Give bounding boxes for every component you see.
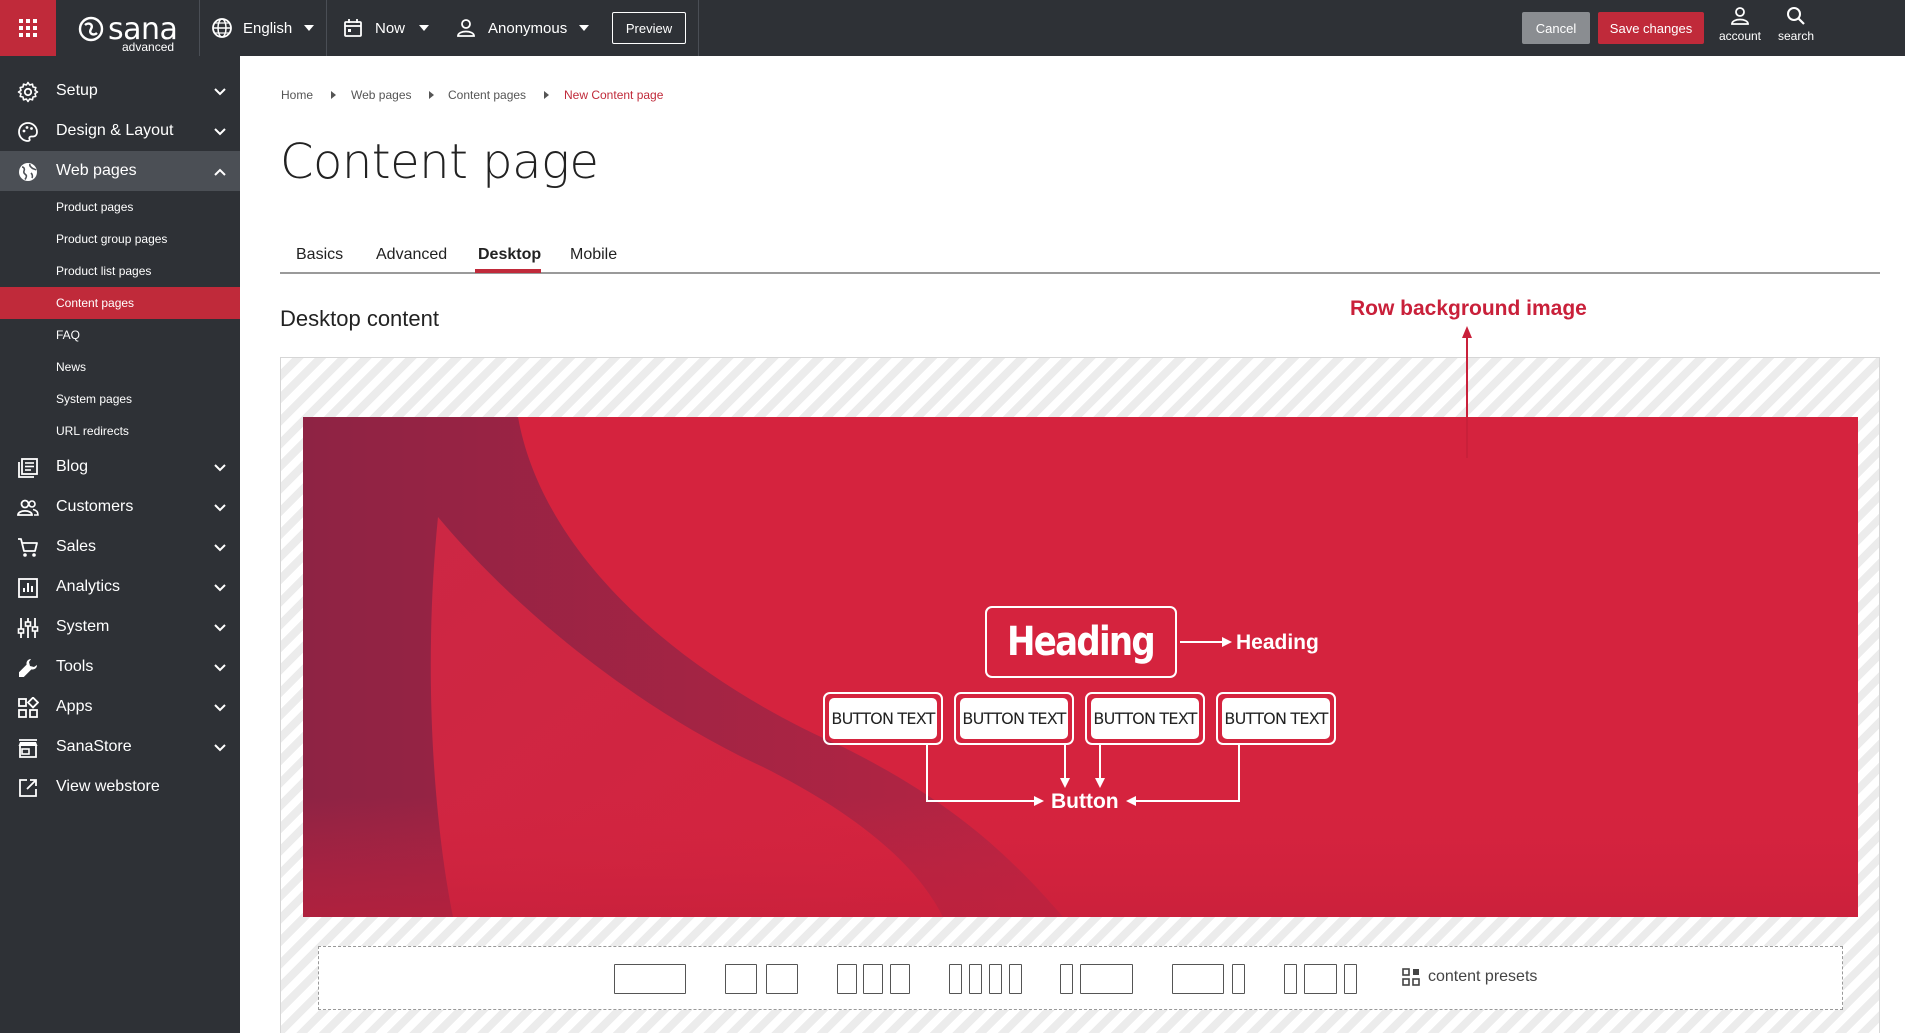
layout-three-columns[interactable] [837, 964, 910, 994]
presets-icon [1402, 968, 1420, 986]
annotation-arrows [926, 326, 1472, 806]
layout-wide-narrow[interactable] [1172, 964, 1245, 994]
layout-column-shape [1284, 964, 1297, 994]
layout-column-shape [766, 964, 798, 994]
layout-column-shape [863, 964, 883, 994]
layout-column-shape [1009, 964, 1022, 994]
content-presets-label: content presets [1428, 968, 1538, 985]
layout-column-shape [1060, 964, 1073, 994]
layout-column-shape [890, 964, 910, 994]
annotation-heading: Heading [1236, 631, 1319, 654]
layout-column-shape [1232, 964, 1245, 994]
layout-column-shape [989, 964, 1002, 994]
layout-column-shape [1080, 964, 1133, 994]
content-presets-button[interactable]: content presets [1402, 968, 1537, 986]
layout-column-shape [969, 964, 982, 994]
layout-two-columns[interactable] [725, 964, 798, 994]
layout-narrow-wide[interactable] [1060, 964, 1133, 994]
layout-narrow-wide-narrow[interactable] [1284, 964, 1357, 994]
row-layout-picker: content presets [318, 946, 1843, 1010]
layout-one-column[interactable] [614, 964, 686, 994]
layout-column-shape [949, 964, 962, 994]
layout-column-shape [1172, 964, 1224, 994]
layout-column-shape [1304, 964, 1337, 994]
layout-four-columns[interactable] [949, 964, 1022, 994]
annotation-button: Button [1051, 790, 1119, 813]
layout-column-shape [1344, 964, 1357, 994]
layout-column-shape [837, 964, 857, 994]
layout-column-shape [614, 964, 686, 994]
layout-column-shape [725, 964, 757, 994]
